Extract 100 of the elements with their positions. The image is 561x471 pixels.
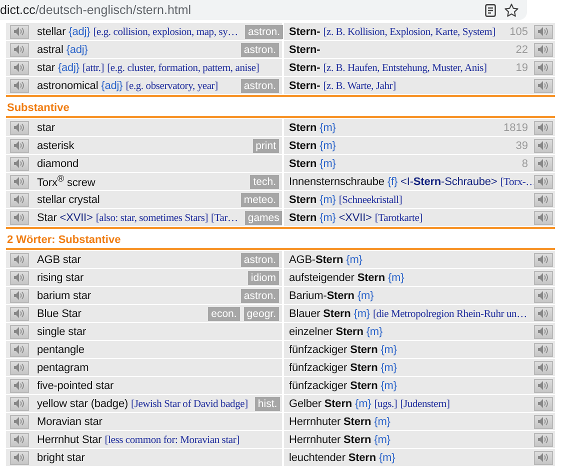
speaker-icon — [538, 123, 548, 132]
speaker-button[interactable] — [10, 174, 28, 188]
speaker-button[interactable] — [534, 24, 552, 38]
speaker-icon — [14, 213, 24, 222]
speaker-button[interactable] — [534, 396, 552, 410]
speaker-icon — [14, 177, 24, 186]
speaker-icon — [538, 435, 548, 444]
german-entry: Stern {m} — [289, 122, 337, 134]
speaker-icon — [538, 255, 548, 264]
english-entry: pentagram — [37, 362, 90, 374]
speaker-button[interactable] — [534, 120, 552, 134]
speaker-icon — [538, 363, 548, 372]
speaker-icon — [14, 81, 24, 90]
speaker-icon — [538, 399, 548, 408]
speaker-button[interactable] — [534, 378, 552, 392]
speaker-button[interactable] — [10, 288, 28, 302]
speaker-button[interactable] — [10, 120, 28, 134]
german-entry: Barium-Stern {m} — [289, 290, 375, 302]
count-text: 105 — [510, 26, 528, 38]
speaker-button[interactable] — [534, 450, 552, 464]
speaker-icon — [14, 417, 24, 426]
english-entry: astronomical {adj} [e.g. observatory, year] — [37, 80, 219, 92]
english-entry: yellow star (badge) [Jewish Star of David badge] — [37, 398, 249, 410]
speaker-button[interactable] — [10, 450, 28, 464]
speaker-button[interactable] — [534, 288, 552, 302]
speaker-button[interactable] — [534, 432, 552, 446]
speaker-button[interactable] — [534, 42, 552, 56]
speaker-button[interactable] — [10, 432, 28, 446]
speaker-button[interactable] — [534, 192, 552, 206]
speaker-button[interactable] — [534, 360, 552, 374]
german-entry: fünfzackiger Stern {m} — [289, 380, 398, 392]
speaker-button[interactable] — [10, 192, 28, 206]
english-entry: rising star — [37, 272, 85, 284]
speaker-icon — [14, 309, 24, 318]
speaker-button[interactable] — [10, 270, 28, 284]
speaker-icon — [538, 177, 548, 186]
subject-tag: idiom — [248, 270, 279, 284]
speaker-icon — [14, 291, 24, 300]
speaker-icon — [14, 345, 24, 354]
speaker-button[interactable] — [534, 270, 552, 284]
speaker-button[interactable] — [534, 252, 552, 266]
german-entry: leuchtender Stern {m} — [289, 452, 396, 464]
speaker-button[interactable] — [10, 24, 28, 38]
speaker-icon — [14, 435, 24, 444]
german-entry: aufsteigender Stern {m} — [289, 272, 406, 284]
subject-tag: print — [252, 138, 279, 152]
reader-icon[interactable] — [485, 4, 496, 16]
speaker-button[interactable] — [534, 138, 552, 152]
german-entry: Stern {m} [Schneekristall] — [289, 194, 404, 206]
speaker-icon — [14, 123, 24, 132]
speaker-button[interactable] — [534, 156, 552, 170]
count-text: 1819 — [504, 122, 528, 134]
speaker-button[interactable] — [10, 138, 28, 152]
speaker-button[interactable] — [10, 78, 28, 92]
english-entry: stellar crystal — [37, 194, 101, 206]
speaker-icon — [538, 195, 548, 204]
speaker-button[interactable] — [534, 210, 552, 224]
speaker-button[interactable] — [534, 78, 552, 92]
speaker-icon — [14, 327, 24, 336]
english-entry: AGB star — [37, 254, 82, 266]
english-entry: five-pointed star — [37, 380, 115, 392]
speaker-icon — [14, 45, 24, 54]
address-bar[interactable]: dict.cc/deutsch-englisch/stern.html — [0, 0, 527, 20]
english-entry: Torx$^{®}$ screw — [37, 174, 96, 190]
speaker-button[interactable] — [10, 42, 28, 56]
speaker-button[interactable] — [10, 378, 28, 392]
english-entry: Herrnhut Star [less common for: Moravian star] — [37, 434, 240, 446]
speaker-button[interactable] — [10, 156, 28, 170]
speaker-icon — [538, 345, 548, 354]
speaker-button[interactable] — [534, 414, 552, 428]
speaker-button[interactable] — [10, 396, 28, 410]
german-entry: Blauer Stern {m} [die Metropolregion Rhein-Ruhr un… — [289, 308, 528, 320]
speaker-button[interactable] — [534, 60, 552, 74]
speaker-button[interactable] — [10, 414, 28, 428]
speaker-icon — [538, 27, 548, 36]
english-entry: Blue Star — [37, 308, 82, 320]
english-entry: Star <XVII> [also: star, sometimes Stars] [Tar… — [37, 212, 239, 224]
speaker-icon — [538, 453, 548, 462]
speaker-icon — [14, 63, 24, 72]
german-entry: Stern- [z. B. Kollision, Explosion, Karte, System] — [289, 26, 496, 38]
speaker-button[interactable] — [534, 342, 552, 356]
subject-tag: astron. — [240, 42, 279, 56]
speaker-button[interactable] — [534, 174, 552, 188]
speaker-button[interactable] — [10, 252, 28, 266]
english-entry: astral {adj} — [37, 44, 89, 56]
german-entry: Stern- [z. B. Warte, Jahr] — [289, 80, 397, 92]
speaker-button[interactable] — [10, 306, 28, 320]
speaker-button[interactable] — [10, 60, 28, 74]
speaker-button[interactable] — [10, 324, 28, 338]
speaker-button[interactable] — [10, 210, 28, 224]
speaker-button[interactable] — [534, 324, 552, 338]
speaker-button[interactable] — [10, 360, 28, 374]
speaker-icon — [538, 291, 548, 300]
german-entry: Stern- [z. B. Haufen, Entstehung, Muster, Anis] — [289, 62, 488, 74]
english-entry: bright star — [37, 452, 86, 464]
star-icon[interactable] — [504, 2, 519, 18]
speaker-button[interactable] — [534, 306, 552, 320]
speaker-button[interactable] — [10, 342, 28, 356]
count-text: 22 — [516, 44, 528, 56]
speaker-icon — [538, 213, 548, 222]
